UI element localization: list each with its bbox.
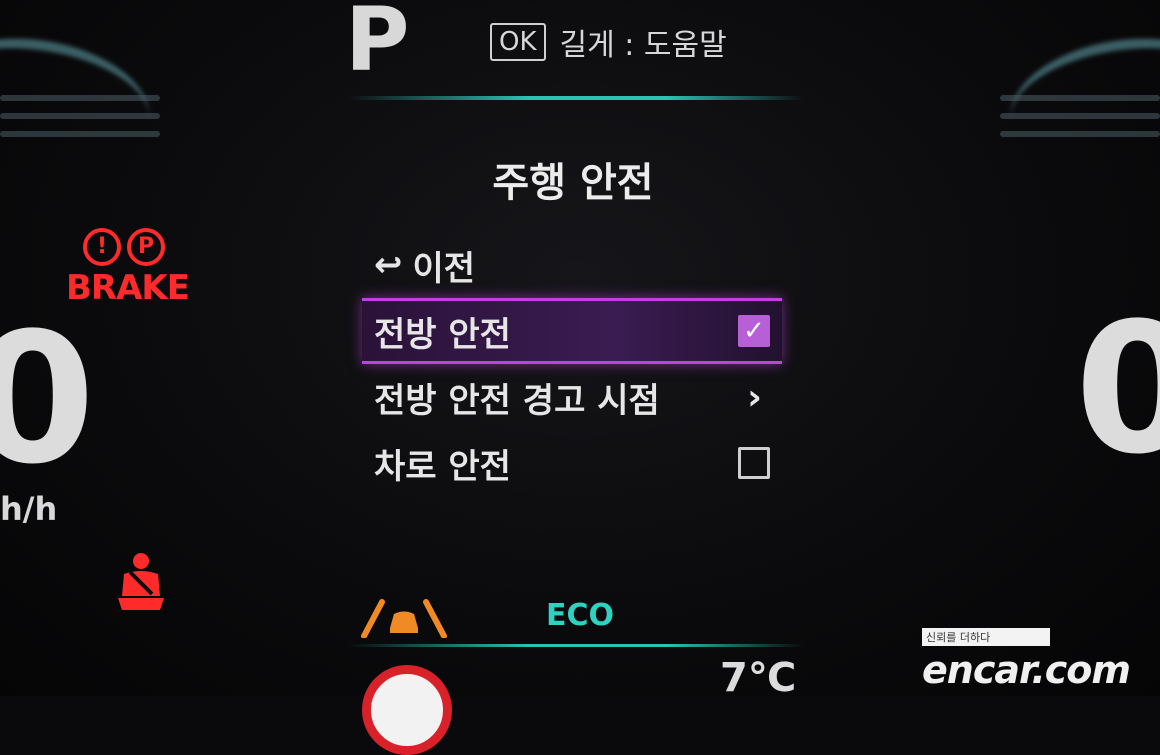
forward-safety-checkbox[interactable]: ✓ bbox=[738, 315, 770, 347]
back-label: 이전 bbox=[412, 248, 476, 289]
menu-item-label: 전방 안전 bbox=[374, 314, 511, 355]
top-divider bbox=[348, 96, 803, 100]
checkmark-icon: ✓ bbox=[743, 316, 765, 346]
speed-unit: h/h bbox=[0, 490, 58, 528]
eco-mode-indicator: ECO bbox=[546, 598, 615, 633]
chevron-right-icon: › bbox=[747, 376, 762, 418]
help-text: 길게 : 도움말 bbox=[559, 28, 727, 63]
lane-keeping-icon bbox=[361, 599, 447, 638]
speed-readout-right: 0 bbox=[1074, 285, 1160, 494]
menu-item-label: 차로 안전 bbox=[374, 446, 511, 487]
gear-indicator: P bbox=[345, 0, 410, 91]
menu-item-forward-warning-timing[interactable]: 전방 안전 경고 시점 › bbox=[362, 364, 782, 430]
right-gauge-scale bbox=[1000, 95, 1160, 149]
menu-title: 주행 안전 bbox=[492, 160, 654, 206]
speed-readout-left: 0 bbox=[0, 295, 96, 504]
watermark-tagline: 신뢰를 더하다 bbox=[922, 628, 1050, 646]
menu-item-label: 전방 안전 경고 시점 bbox=[374, 380, 660, 421]
lane-safety-checkbox[interactable] bbox=[738, 447, 770, 479]
instrument-cluster: P OK 길게 : 도움말 주행 안전 ↩ 이전 전방 안전 ✓ 전방 안전 경… bbox=[0, 0, 1160, 755]
encar-watermark: 신뢰를 더하다 encar.com bbox=[922, 628, 1152, 692]
help-hint: OK 길게 : 도움말 bbox=[490, 20, 727, 64]
bottom-divider bbox=[348, 644, 803, 647]
brake-exclamation-icon: ! bbox=[83, 228, 121, 266]
speed-limit-sign-icon bbox=[362, 665, 452, 755]
driving-safety-menu: ↩ 이전 전방 안전 ✓ 전방 안전 경고 시점 › 차로 안전 bbox=[362, 232, 782, 496]
seatbelt-warning-icon bbox=[118, 553, 164, 610]
ok-button-label: OK bbox=[490, 23, 546, 61]
watermark-brand: encar.com bbox=[922, 648, 1131, 692]
outside-temperature: 7℃ bbox=[720, 655, 797, 701]
left-gauge-scale bbox=[0, 95, 160, 149]
menu-item-forward-safety[interactable]: 전방 안전 ✓ bbox=[362, 298, 782, 364]
menu-back-button[interactable]: ↩ 이전 bbox=[362, 232, 782, 298]
menu-item-lane-safety[interactable]: 차로 안전 bbox=[362, 430, 782, 496]
back-arrow-icon: ↩ bbox=[374, 245, 403, 285]
parking-brake-icon: P bbox=[127, 228, 165, 266]
